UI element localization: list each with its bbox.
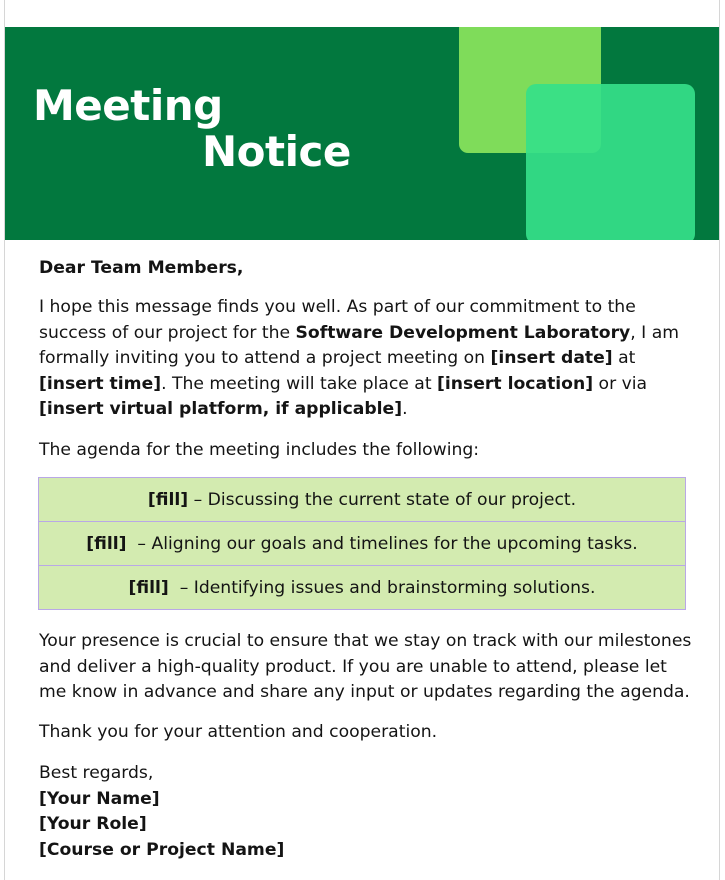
time-placeholder: [insert time] bbox=[39, 373, 162, 394]
location-placeholder: [insert location] bbox=[437, 373, 594, 394]
signature-block: Best regards, [Your Name] [Your Role] [C… bbox=[39, 761, 697, 863]
decor-square-mint bbox=[526, 84, 695, 240]
sender-role: [Your Role] bbox=[39, 814, 147, 834]
intro-paragraph: I hope this message finds you well. As p… bbox=[39, 295, 697, 423]
agenda-fill-tag: [fill] bbox=[128, 577, 169, 598]
date-placeholder: [insert date] bbox=[490, 348, 613, 368]
sender-course: [Course or Project Name] bbox=[39, 839, 285, 860]
title-line-1: Meeting bbox=[33, 81, 223, 130]
agenda-item-text: – Aligning our goals and timelines for t… bbox=[126, 533, 638, 554]
intro-text: or via bbox=[593, 373, 648, 394]
document-page: Meeting Notice Dear Team Members, I hope… bbox=[5, 0, 719, 880]
agenda-fill-tag: [fill] bbox=[147, 489, 189, 510]
intro-text: . bbox=[402, 399, 408, 419]
agenda-row: [fill] – Aligning our goals and timeline… bbox=[38, 521, 686, 566]
sender-name: [Your Name] bbox=[39, 788, 160, 809]
agenda-intro: The agenda for the meeting includes the … bbox=[39, 440, 480, 460]
intro-text: at bbox=[612, 348, 636, 368]
virtual-placeholder: [insert virtual platform, if applicable] bbox=[39, 399, 403, 419]
page-edge-right bbox=[719, 0, 720, 880]
title-line-2: Notice bbox=[202, 127, 351, 176]
intro-text: . The meeting will take place at bbox=[161, 373, 438, 394]
agenda-table: [fill] – Discussing the current state of… bbox=[38, 477, 686, 610]
agenda-item-text: – Discussing the current state of our pr… bbox=[188, 489, 577, 510]
agenda-cell: [fill] – Aligning our goals and timeline… bbox=[38, 521, 686, 566]
agenda-fill-tag: [fill] bbox=[86, 533, 127, 554]
greeting: Dear Team Members, bbox=[39, 258, 244, 278]
presence-paragraph: Your presence is crucial to ensure that … bbox=[39, 631, 692, 702]
thanks-line: Thank you for your attention and coopera… bbox=[39, 722, 438, 742]
header-banner: Meeting Notice bbox=[5, 27, 719, 240]
agenda-item-text: – Identifying issues and brainstorming s… bbox=[168, 577, 596, 598]
agenda-row: [fill] – Identifying issues and brainsto… bbox=[38, 565, 686, 610]
closing: Best regards, bbox=[39, 763, 154, 783]
lab-name: Software Development Laboratory bbox=[295, 322, 631, 343]
agenda-cell: [fill] – Identifying issues and brainsto… bbox=[38, 565, 686, 610]
agenda-row: [fill] – Discussing the current state of… bbox=[38, 477, 686, 522]
agenda-cell: [fill] – Discussing the current state of… bbox=[38, 477, 686, 522]
